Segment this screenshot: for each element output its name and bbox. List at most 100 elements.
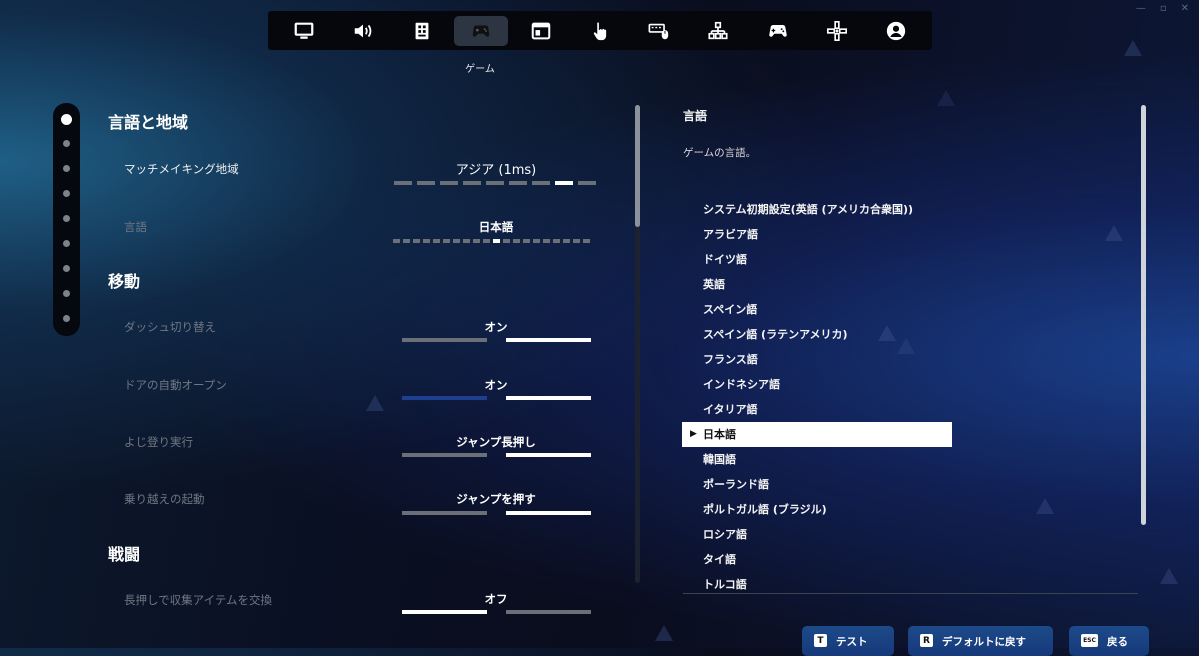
- test-button-label: テスト: [836, 636, 868, 648]
- language-option-label: ドイツ語: [703, 253, 747, 266]
- language-option[interactable]: ポルトガル語 (ブラジル): [682, 497, 952, 522]
- rail-dot[interactable]: [63, 140, 70, 147]
- network-icon: [708, 21, 729, 39]
- language-option[interactable]: 英語: [682, 272, 952, 297]
- hold-swap-pickup-label: 長押しで収集アイテムを交換: [124, 593, 273, 607]
- language-option-label: 英語: [703, 278, 725, 291]
- minimize-button[interactable]: —: [1136, 3, 1146, 14]
- section-heading-movement: 移動: [108, 272, 141, 291]
- tab-touch[interactable]: [573, 16, 627, 46]
- active-tab-caption: ゲーム: [465, 64, 495, 75]
- game-controller-icon: [473, 25, 490, 37]
- language-option-label: 韓国語: [703, 453, 736, 466]
- matchmaking-region-label: マッチメイキング地域: [124, 162, 239, 176]
- tab-keyboard-mouse[interactable]: [632, 16, 686, 46]
- description-scrollbar[interactable]: [1141, 105, 1146, 525]
- rail-dot[interactable]: [63, 315, 70, 322]
- tab-account[interactable]: [869, 16, 923, 46]
- window-controls: — ▫ ✕: [1136, 3, 1189, 14]
- language-selector[interactable]: [393, 239, 590, 243]
- auto-open-doors-value[interactable]: オン: [391, 377, 601, 393]
- climb-mode-value[interactable]: ジャンプ長押し: [391, 434, 601, 450]
- matchmaking-region-value[interactable]: アジア (1ms): [391, 159, 601, 178]
- tab-hud[interactable]: [514, 16, 568, 46]
- tab-network[interactable]: [691, 16, 745, 46]
- touch-hand-icon: [593, 22, 607, 40]
- decor-triangle: [655, 625, 673, 641]
- settings-scrollbar[interactable]: [635, 105, 640, 583]
- dash-toggle[interactable]: [402, 338, 591, 342]
- decor-triangle: [1036, 498, 1054, 514]
- keyboard-mouse-icon: [648, 23, 669, 39]
- climb-mode-toggle[interactable]: [402, 453, 591, 457]
- language-option-label: インドネシア語: [703, 378, 780, 391]
- language-option[interactable]: スペイン語: [682, 297, 952, 322]
- language-option[interactable]: イタリア語: [682, 397, 952, 422]
- settings-category-nav: [268, 11, 932, 50]
- hold-swap-pickup-value[interactable]: オフ: [391, 591, 601, 607]
- vault-trigger-toggle[interactable]: [402, 511, 591, 515]
- language-label: 言語: [124, 220, 147, 234]
- tab-game[interactable]: [454, 15, 509, 46]
- gamepad-icon: [769, 24, 787, 37]
- language-option-label: 日本語: [703, 428, 736, 441]
- decor-triangle: [366, 395, 384, 411]
- language-option[interactable]: ロシア語: [682, 522, 952, 547]
- language-option[interactable]: アラビア語: [682, 222, 952, 247]
- tab-controller-layout[interactable]: [810, 16, 864, 46]
- selected-arrow-icon: ▶: [690, 429, 697, 439]
- language-option[interactable]: スペイン語 (ラテンアメリカ): [682, 322, 952, 347]
- list-divider: [683, 593, 1138, 594]
- language-value[interactable]: 日本語: [391, 219, 601, 235]
- vault-trigger-label: 乗り越えの起動: [124, 492, 205, 506]
- tab-audio[interactable]: [336, 16, 390, 46]
- language-option-selected[interactable]: ▶ 日本語: [682, 422, 952, 447]
- rail-dot[interactable]: [63, 290, 70, 297]
- tab-video[interactable]: [277, 16, 331, 46]
- vault-trigger-value[interactable]: ジャンプを押す: [391, 491, 601, 507]
- description-scrollbar-thumb[interactable]: [1141, 105, 1146, 525]
- auto-open-doors-toggle[interactable]: [402, 396, 591, 400]
- test-button[interactable]: T テスト: [802, 626, 894, 656]
- hold-swap-pickup-toggle[interactable]: [402, 610, 591, 614]
- back-button[interactable]: ESC 戻る: [1069, 626, 1149, 656]
- language-option[interactable]: インドネシア語: [682, 372, 952, 397]
- language-option-label: システム初期設定(英語 (アメリカ合衆国)): [703, 203, 914, 216]
- rail-dot-active[interactable]: [61, 114, 72, 125]
- dash-toggle-value[interactable]: オン: [391, 319, 601, 335]
- rail-dot[interactable]: [63, 165, 70, 172]
- decor-triangle: [1160, 568, 1178, 584]
- speaker-icon: [354, 24, 372, 37]
- section-heading-region: 言語と地域: [108, 113, 189, 132]
- auto-open-doors-label: ドアの自動オープン: [124, 378, 227, 392]
- close-button[interactable]: ✕: [1181, 3, 1189, 14]
- rail-dot[interactable]: [63, 190, 70, 197]
- decor-triangle: [1105, 225, 1123, 241]
- language-option-label: フランス語: [703, 353, 758, 366]
- key-esc-icon: ESC: [1081, 634, 1098, 647]
- language-option[interactable]: タイ語: [682, 547, 952, 572]
- language-option-label: スペイン語: [703, 303, 758, 316]
- matchmaking-region-selector[interactable]: [394, 181, 596, 185]
- tab-accessibility[interactable]: [395, 16, 449, 46]
- rail-dot[interactable]: [63, 240, 70, 247]
- reset-default-button[interactable]: R デフォルトに戻す: [908, 626, 1053, 656]
- language-option[interactable]: ポーランド語: [682, 472, 952, 497]
- language-option-label: ロシア語: [703, 528, 747, 541]
- language-option-list: システム初期設定(英語 (アメリカ合衆国)) アラビア語 ドイツ語 英語 スペイ…: [682, 197, 952, 597]
- rail-dot[interactable]: [63, 215, 70, 222]
- language-option-label: タイ語: [703, 553, 736, 566]
- language-option[interactable]: 韓国語: [682, 447, 952, 472]
- tab-controller[interactable]: [751, 16, 805, 46]
- dpad-icon: [827, 20, 848, 41]
- language-option[interactable]: システム初期設定(英語 (アメリカ合衆国)): [682, 197, 952, 222]
- climb-mode-label: よじ登り実行: [124, 435, 193, 449]
- decor-triangle: [937, 90, 955, 106]
- description-text: ゲームの言語。: [683, 147, 757, 159]
- language-option[interactable]: ドイツ語: [682, 247, 952, 272]
- settings-scrollbar-thumb[interactable]: [635, 105, 640, 227]
- maximize-button[interactable]: ▫: [1160, 3, 1167, 14]
- language-option[interactable]: フランス語: [682, 347, 952, 372]
- section-heading-combat: 戦闘: [108, 545, 141, 564]
- rail-dot[interactable]: [63, 265, 70, 272]
